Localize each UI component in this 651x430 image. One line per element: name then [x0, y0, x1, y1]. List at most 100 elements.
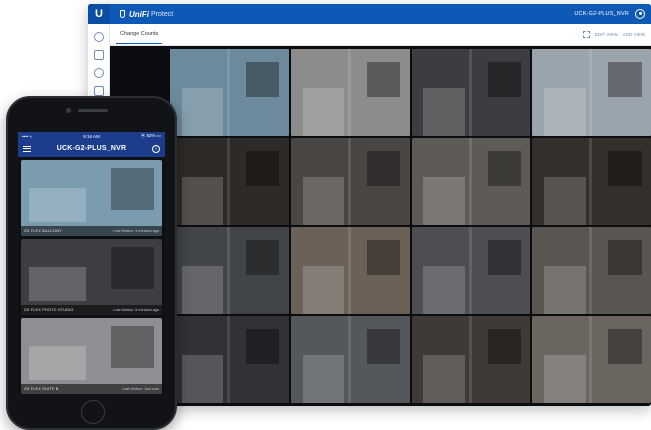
scene-shape — [544, 88, 586, 136]
scene-shape — [423, 88, 465, 136]
camera-feed-list: G3 FLEX BALCONY Last Motion: 3 minutes ag… — [18, 157, 165, 394]
phone-camera — [66, 108, 71, 113]
signal-indicator: •••• ≈ — [22, 133, 33, 139]
scene-shape — [589, 138, 593, 225]
brand-unifi: UniFi — [129, 9, 149, 19]
protect-shield-icon — [120, 10, 125, 18]
status-bar: •••• ≈ 9:16 AM ⦿ 82% ▭ — [18, 132, 165, 140]
scene-shape — [544, 177, 586, 225]
view-toolbar: Change Counts EDIT VIEW ADD VIEW — [110, 24, 651, 46]
camera-tile[interactable] — [532, 316, 651, 403]
scene-shape — [302, 177, 345, 225]
scene-shape — [608, 151, 642, 186]
scene-shape — [487, 151, 521, 186]
scene-shape — [468, 49, 472, 136]
camera-tile[interactable] — [170, 227, 289, 314]
scene-shape — [227, 49, 230, 136]
scene-shape — [246, 329, 280, 364]
scene-shape — [544, 355, 586, 403]
scene-shape — [366, 329, 400, 364]
feed-name: G3 FLEX BALCONY — [24, 229, 62, 233]
brand: UniFi Protect — [120, 10, 173, 19]
phone-speaker — [78, 109, 108, 112]
scene-shape — [366, 240, 400, 275]
camera-tile[interactable] — [290, 316, 410, 403]
fullscreen-icon[interactable] — [582, 31, 590, 38]
camera-tile[interactable] — [532, 227, 651, 314]
scene-shape — [608, 62, 642, 97]
scene-shape — [246, 62, 280, 97]
scene-shape — [423, 177, 465, 225]
phone-screen: •••• ≈ 9:16 AM ⦿ 82% ▭ UCK-G2-PLUS_NVR i… — [18, 132, 165, 394]
scene-shape — [423, 355, 465, 403]
sidebar-camera-icon[interactable] — [94, 50, 104, 60]
user-icon[interactable] — [635, 9, 645, 19]
feed-last-motion: Last Motion: Just now — [122, 387, 159, 391]
camera-tile[interactable] — [170, 138, 289, 225]
camera-tile[interactable] — [532, 49, 651, 136]
camera-grid — [110, 46, 651, 406]
scene-shape — [181, 355, 224, 403]
scene-shape — [589, 227, 593, 314]
scene-shape — [366, 151, 400, 186]
scene-shape — [423, 266, 465, 314]
feed-label: G3 FLEX SUITE B Last Motion: Just now — [21, 384, 162, 394]
scene-shape — [111, 326, 154, 368]
camera-feed[interactable]: G3 FLEX BALCONY Last Motion: 3 minutes ag… — [21, 160, 162, 236]
camera-tile[interactable] — [411, 316, 531, 403]
menu-icon[interactable] — [23, 145, 31, 152]
scene-shape — [227, 138, 230, 225]
ubiquiti-logo[interactable]: U — [88, 4, 110, 24]
brand-product: Protect — [151, 10, 174, 18]
camera-tile[interactable] — [290, 49, 410, 136]
nvr-name[interactable]: UCK-G2-PLUS_NVR — [574, 11, 629, 17]
scene-shape — [227, 227, 230, 314]
feed-name: G3 FLEX PHOTO STUDIO — [24, 308, 74, 312]
camera-tile[interactable] — [411, 227, 531, 314]
feed-label: G3 FLEX BALCONY Last Motion: 3 minutes ag… — [21, 226, 162, 236]
scene-shape — [181, 177, 224, 225]
feed-name: G3 FLEX SUITE B — [24, 387, 59, 391]
add-view-button[interactable]: ADD VIEW — [623, 32, 645, 37]
tab-change-counts[interactable]: Change Counts — [116, 25, 163, 44]
sidebar-play-icon[interactable] — [94, 68, 104, 78]
info-icon[interactable]: i — [152, 144, 160, 153]
camera-tile[interactable] — [170, 49, 289, 136]
home-button[interactable] — [81, 400, 105, 424]
scene-shape — [468, 138, 472, 225]
scene-shape — [608, 329, 642, 364]
camera-tile[interactable] — [290, 227, 410, 314]
scene-shape — [347, 49, 351, 136]
scene-shape — [487, 329, 521, 364]
scene-shape — [181, 88, 224, 136]
phone-title: UCK-G2-PLUS_NVR — [56, 145, 127, 152]
scene-shape — [347, 227, 351, 314]
scene-shape — [227, 316, 230, 403]
scene-shape — [589, 49, 593, 136]
scene-shape — [468, 227, 472, 314]
camera-tile[interactable] — [411, 138, 531, 225]
phone-device: •••• ≈ 9:16 AM ⦿ 82% ▭ UCK-G2-PLUS_NVR i… — [6, 96, 177, 430]
camera-feed[interactable]: G3 FLEX SUITE B Last Motion: Just now — [21, 318, 162, 394]
camera-tile[interactable] — [411, 49, 531, 136]
scene-shape — [111, 168, 154, 210]
scene-shape — [29, 187, 86, 222]
scene-shape — [347, 138, 351, 225]
camera-tile[interactable] — [290, 138, 410, 225]
scene-shape — [302, 266, 345, 314]
scene-shape — [181, 266, 224, 314]
scene-shape — [246, 151, 280, 186]
scene-shape — [589, 316, 593, 403]
scene-shape — [29, 266, 86, 301]
sidebar-settings-icon[interactable] — [94, 32, 104, 42]
sidebar-users-icon[interactable] — [94, 86, 104, 96]
camera-feed[interactable]: G3 FLEX PHOTO STUDIO Last Motion: 5 minut… — [21, 239, 162, 315]
view-actions: EDIT VIEW ADD VIEW — [582, 31, 645, 38]
scene-shape — [111, 247, 154, 289]
camera-tile[interactable] — [532, 138, 651, 225]
scene-shape — [302, 355, 345, 403]
camera-tile[interactable] — [170, 316, 289, 403]
battery-indicator: ⦿ 82% ▭ — [140, 133, 161, 138]
scene-shape — [347, 316, 351, 403]
edit-view-button[interactable]: EDIT VIEW — [595, 32, 618, 37]
